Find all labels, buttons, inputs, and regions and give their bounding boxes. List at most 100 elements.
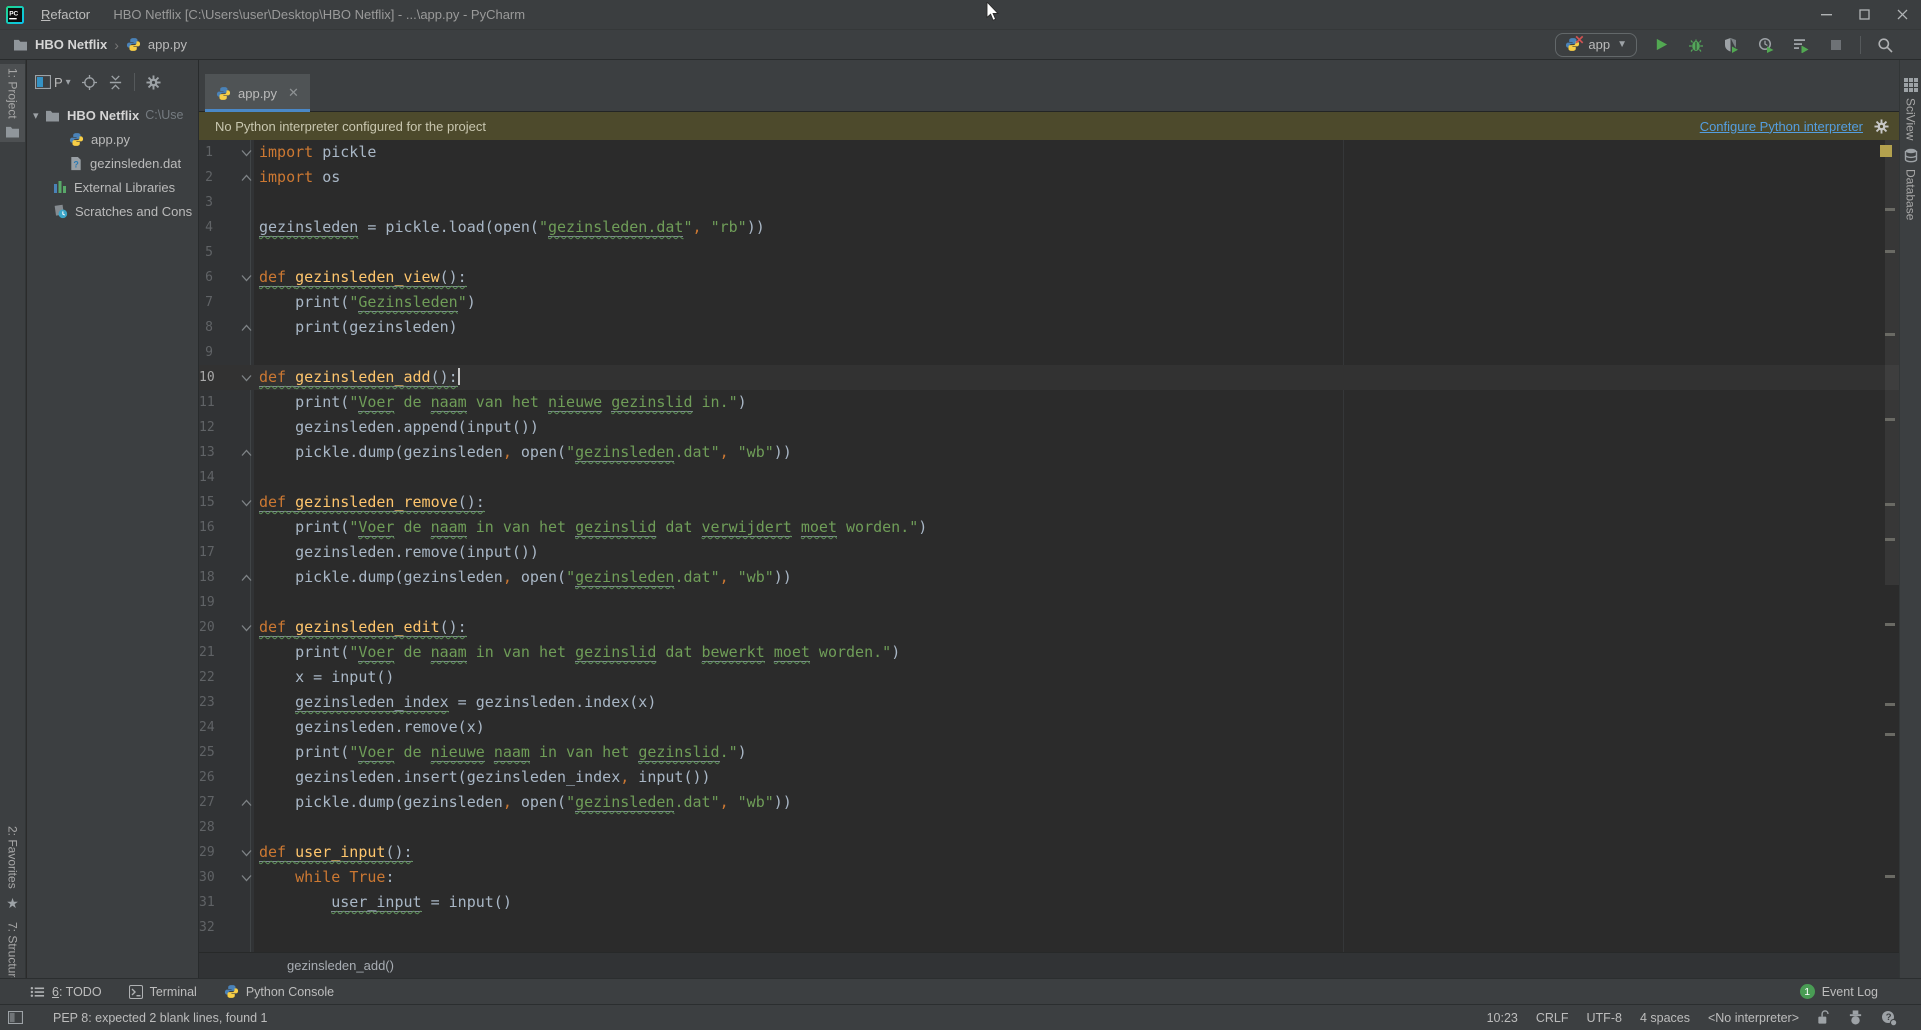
banner-settings-gear-icon[interactable] bbox=[1874, 119, 1889, 134]
code-line[interactable]: 23 gezinsleden_index = gezinsleden.index… bbox=[199, 690, 1899, 715]
tree-expand-arrow-icon[interactable]: ▾ bbox=[33, 109, 45, 122]
breadcrumb-function[interactable]: gezinsleden_add() bbox=[287, 958, 394, 973]
code-line[interactable]: 29def user_input(): bbox=[199, 840, 1899, 865]
configure-interpreter-link[interactable]: Configure Python interpreter bbox=[1700, 119, 1863, 134]
code-line[interactable]: 24 gezinsleden.remove(x) bbox=[199, 715, 1899, 740]
code-line[interactable]: 6def gezinsleden_view(): bbox=[199, 265, 1899, 290]
code-line[interactable]: 32 bbox=[199, 915, 1899, 940]
status-widget-indent[interactable]: 4 spaces bbox=[1640, 1011, 1690, 1025]
tool-window-button-terminal[interactable]: Terminal bbox=[129, 984, 197, 999]
fold-collapse-icon[interactable] bbox=[241, 840, 253, 865]
fold-collapse-icon[interactable] bbox=[241, 365, 253, 390]
code-line[interactable]: 27 pickle.dump(gezinsleden, open("gezins… bbox=[199, 790, 1899, 815]
line-number[interactable]: 26 bbox=[199, 765, 213, 790]
help-settings-icon[interactable]: ? bbox=[1881, 1010, 1897, 1026]
code-line[interactable]: 2import os bbox=[199, 165, 1899, 190]
scrollbar-mark[interactable] bbox=[1885, 623, 1895, 626]
line-number[interactable]: 30 bbox=[199, 865, 213, 890]
code-line[interactable]: 14 bbox=[199, 465, 1899, 490]
project-tree-item-scratches-and-cons[interactable]: Scratches and Cons bbox=[27, 199, 198, 223]
line-number[interactable]: 25 bbox=[199, 740, 213, 765]
line-number[interactable]: 1 bbox=[199, 140, 213, 165]
code-line[interactable]: 9 bbox=[199, 340, 1899, 365]
line-number[interactable]: 27 bbox=[199, 790, 213, 815]
fold-collapse-icon[interactable] bbox=[241, 490, 253, 515]
code-line[interactable]: 4gezinsleden = pickle.load(open("gezinsl… bbox=[199, 215, 1899, 240]
minimize-button[interactable] bbox=[1807, 0, 1845, 29]
line-number[interactable]: 16 bbox=[199, 515, 213, 540]
code-line[interactable]: 26 gezinsleden.insert(gezinsleden_index,… bbox=[199, 765, 1899, 790]
stop-button[interactable] bbox=[1825, 34, 1847, 56]
line-number[interactable]: 29 bbox=[199, 840, 213, 865]
line-number[interactable]: 17 bbox=[199, 540, 213, 565]
fold-end-icon[interactable] bbox=[241, 440, 253, 465]
line-number[interactable]: 15 bbox=[199, 490, 213, 515]
line-number[interactable]: 8 bbox=[199, 315, 213, 340]
line-number[interactable]: 31 bbox=[199, 890, 213, 915]
tool-window-toggle-icon[interactable] bbox=[8, 1011, 23, 1024]
close-button[interactable] bbox=[1883, 0, 1921, 29]
run-with-coverage-button[interactable] bbox=[1720, 34, 1742, 56]
code-editor[interactable]: 1import pickle2import os34gezinsleden = … bbox=[199, 140, 1899, 952]
project-tree-item-external-libraries[interactable]: External Libraries bbox=[27, 175, 198, 199]
line-number[interactable]: 20 bbox=[199, 615, 213, 640]
fold-end-icon[interactable] bbox=[241, 790, 253, 815]
line-number[interactable]: 28 bbox=[199, 815, 213, 840]
scrollbar-mark[interactable] bbox=[1885, 538, 1895, 541]
line-number[interactable]: 32 bbox=[199, 915, 213, 940]
line-number[interactable]: 4 bbox=[199, 215, 213, 240]
tool-window-button-1-project[interactable]: 1: Project bbox=[0, 64, 25, 142]
maximize-button[interactable] bbox=[1845, 0, 1883, 29]
line-number[interactable]: 12 bbox=[199, 415, 213, 440]
code-line[interactable]: 5 bbox=[199, 240, 1899, 265]
run-configuration-select[interactable]: ✕ app ▼ bbox=[1555, 33, 1637, 57]
line-number[interactable]: 7 bbox=[199, 290, 213, 315]
code-line[interactable]: 13 pickle.dump(gezinsleden, open("gezins… bbox=[199, 440, 1899, 465]
code-line[interactable]: 19 bbox=[199, 590, 1899, 615]
project-settings-gear-icon[interactable] bbox=[146, 75, 161, 90]
tool-window-button-6-todo[interactable]: 6: TODO bbox=[30, 984, 102, 999]
project-tree-item-hbo-netflix[interactable]: ▾HBO NetflixC:\Use bbox=[27, 103, 198, 127]
status-widget-caret-position[interactable]: 10:23 bbox=[1487, 1011, 1518, 1025]
line-number[interactable]: 9 bbox=[199, 340, 213, 365]
highlighting-level-hector-icon[interactable] bbox=[1848, 1010, 1863, 1025]
line-number[interactable]: 21 bbox=[199, 640, 213, 665]
code-line[interactable]: 12 gezinsleden.append(input()) bbox=[199, 415, 1899, 440]
line-number[interactable]: 3 bbox=[199, 190, 213, 215]
line-number[interactable]: 11 bbox=[199, 390, 213, 415]
code-line[interactable]: 1import pickle bbox=[199, 140, 1899, 165]
code-line[interactable]: 8 print(gezinsleden) bbox=[199, 315, 1899, 340]
lock-open-icon[interactable] bbox=[1817, 1010, 1830, 1025]
fold-end-icon[interactable] bbox=[241, 165, 253, 190]
tool-window-button-python-console[interactable]: Python Console bbox=[224, 984, 334, 999]
scrollbar-mark[interactable] bbox=[1885, 703, 1895, 706]
breadcrumb-item-hbo-netflix[interactable]: HBO Netflix bbox=[35, 37, 107, 52]
project-tree-item-gezinsleden-dat[interactable]: ?gezinsleden.dat bbox=[27, 151, 198, 175]
status-widget-interpreter[interactable]: <No interpreter> bbox=[1708, 1011, 1799, 1025]
event-log-button[interactable]: 1 Event Log bbox=[1800, 984, 1878, 999]
code-line[interactable]: 30 while True: bbox=[199, 865, 1899, 890]
code-line[interactable]: 20def gezinsleden_edit(): bbox=[199, 615, 1899, 640]
debug-button[interactable] bbox=[1685, 34, 1707, 56]
line-number[interactable]: 18 bbox=[199, 565, 213, 590]
code-line[interactable]: 11 print("Voer de naam van het nieuwe ge… bbox=[199, 390, 1899, 415]
fold-collapse-icon[interactable] bbox=[241, 865, 253, 890]
code-line[interactable]: 25 print("Voer de nieuwe naam in van het… bbox=[199, 740, 1899, 765]
code-line[interactable]: 7 print("Gezinsleden") bbox=[199, 290, 1899, 315]
scrollbar-mark[interactable] bbox=[1885, 333, 1895, 336]
scrollbar-mark[interactable] bbox=[1885, 875, 1895, 878]
code-line[interactable]: 10def gezinsleden_add(): bbox=[199, 365, 1899, 390]
tool-window-button-database[interactable]: Database bbox=[1900, 144, 1921, 224]
scrollbar-mark[interactable] bbox=[1885, 733, 1895, 736]
status-message[interactable]: PEP 8: expected 2 blank lines, found 1 bbox=[53, 1011, 268, 1025]
line-number[interactable]: 6 bbox=[199, 265, 213, 290]
run-button[interactable] bbox=[1650, 34, 1672, 56]
scrollbar[interactable] bbox=[1885, 140, 1899, 585]
line-number[interactable]: 2 bbox=[199, 165, 213, 190]
locate-file-icon[interactable] bbox=[82, 75, 97, 90]
breadcrumb-item-app-py[interactable]: app.py bbox=[148, 37, 187, 52]
tab-close-icon[interactable]: ✕ bbox=[288, 85, 299, 101]
code-line[interactable]: 22 x = input() bbox=[199, 665, 1899, 690]
run-with-settings-button[interactable] bbox=[1790, 34, 1812, 56]
line-number[interactable]: 23 bbox=[199, 690, 213, 715]
